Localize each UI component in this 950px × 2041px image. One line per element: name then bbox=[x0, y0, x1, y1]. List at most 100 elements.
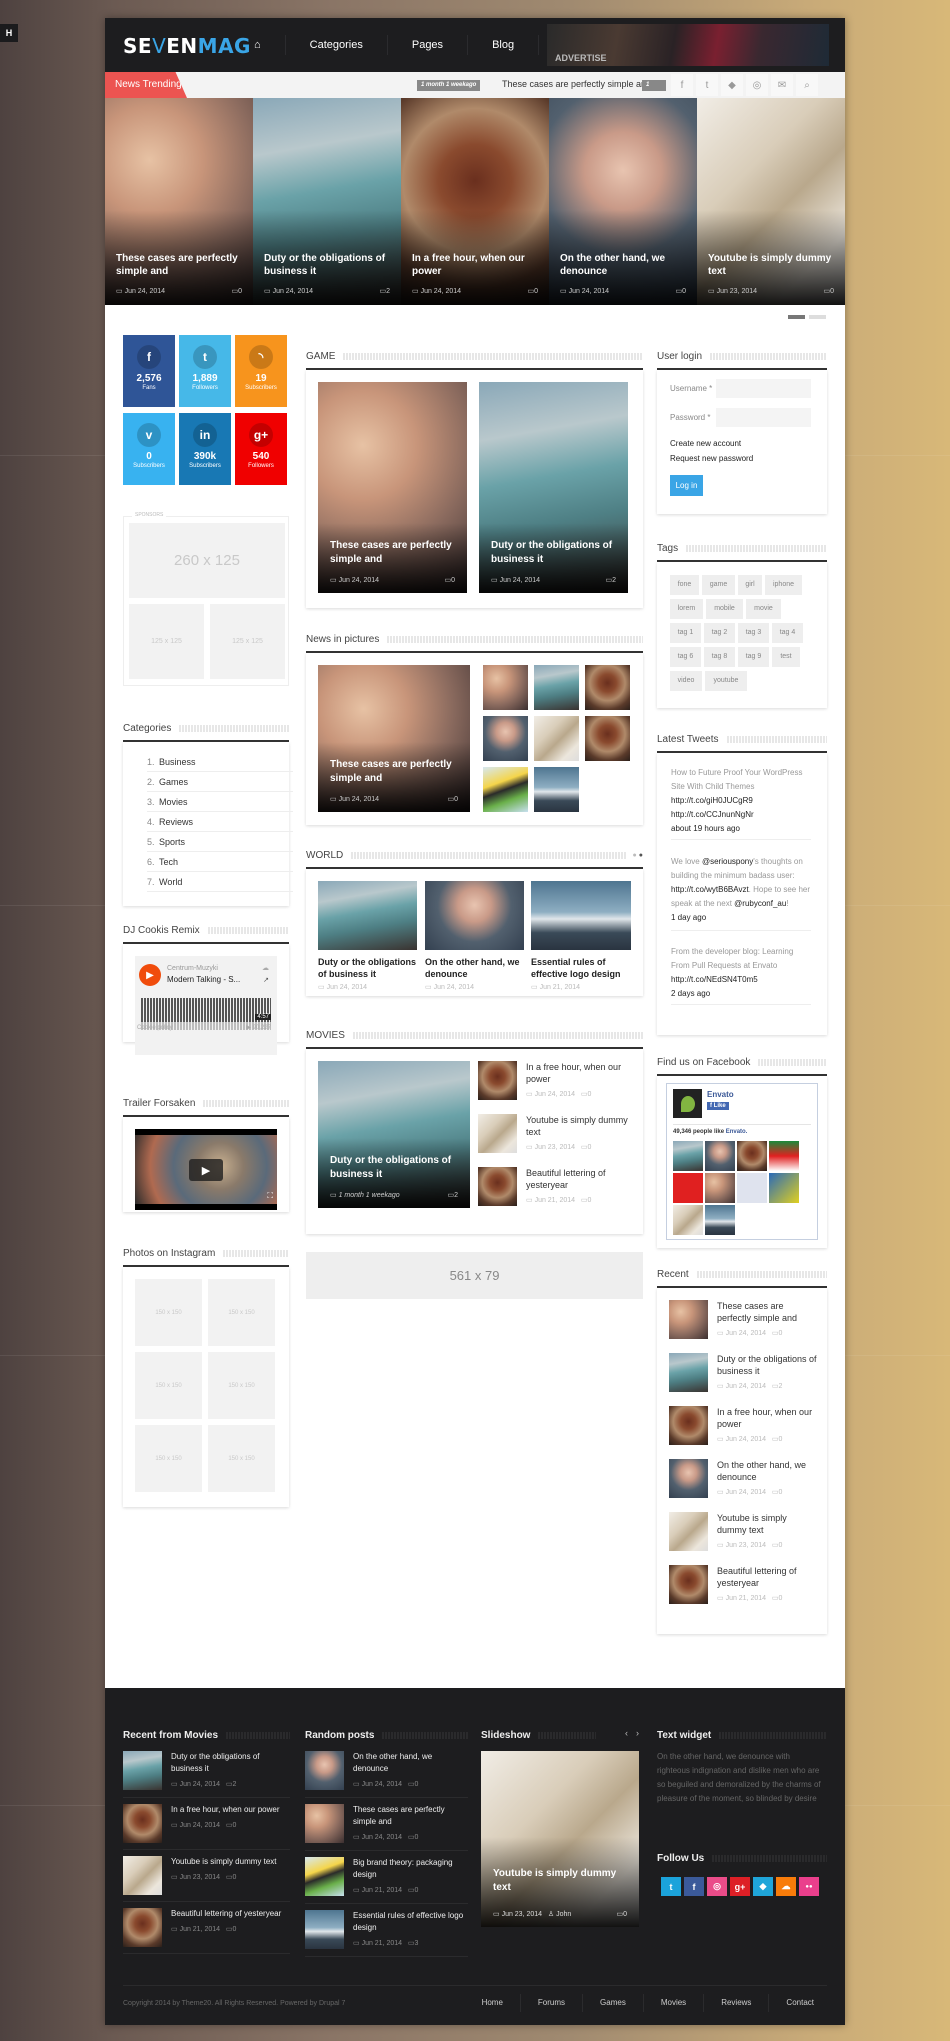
nav-blog[interactable]: Blog bbox=[468, 35, 540, 55]
footer-item-title[interactable]: Duty or the obligations of business it bbox=[171, 1751, 289, 1775]
twitter-icon[interactable]: t bbox=[661, 1877, 681, 1896]
category-item[interactable]: 7. World bbox=[147, 872, 293, 892]
picture-thumb[interactable] bbox=[534, 767, 579, 812]
card-title[interactable]: These cases are perfectly simple and bbox=[330, 539, 457, 567]
footer-nav-home[interactable]: Home bbox=[465, 1994, 520, 2012]
game-card[interactable]: These cases are perfectly simple and ▭ Ju… bbox=[318, 382, 467, 593]
share-icon[interactable]: ↗ bbox=[263, 976, 269, 984]
footer-nav-movies[interactable]: Movies bbox=[642, 1994, 703, 2012]
footer-thumb[interactable] bbox=[123, 1751, 162, 1790]
hero-slide-title[interactable]: Youtube is simply dummy text bbox=[708, 252, 835, 278]
search-icon[interactable]: ⌕ bbox=[796, 74, 818, 96]
soundcloud-icon[interactable]: ☁ bbox=[776, 1877, 796, 1896]
flickr-icon[interactable]: ●● bbox=[799, 1877, 819, 1896]
tag-item[interactable]: tag 4 bbox=[772, 623, 803, 643]
create-account-link[interactable]: Create new account bbox=[670, 439, 741, 448]
tag-item[interactable]: tag 6 bbox=[670, 647, 701, 667]
hero-slide[interactable]: On the other hand, we denounce ▭ Jun 24, … bbox=[549, 98, 697, 305]
tweet-mention[interactable]: @rubyconf_au bbox=[734, 899, 786, 908]
game-card[interactable]: Duty or the obligations of business it ▭ … bbox=[479, 382, 628, 593]
sponsor-ad-large[interactable]: 260 x 125 bbox=[129, 523, 285, 598]
tweet-link[interactable]: http://t.co/NEdSN4T0m5 bbox=[671, 975, 758, 984]
world-item-title[interactable]: Essential rules of effective logo design bbox=[531, 956, 631, 980]
footer-thumb[interactable] bbox=[305, 1751, 344, 1790]
movie-item-title[interactable]: In a free hour, when our power bbox=[526, 1061, 631, 1085]
hero-slide[interactable]: Duty or the obligations of business it ▭ … bbox=[253, 98, 401, 305]
news-pictures-feature[interactable]: These cases are perfectly simple and ▭ Ju… bbox=[318, 665, 470, 812]
movie-item-title[interactable]: Beautiful lettering of yesteryear bbox=[526, 1167, 631, 1191]
picture-thumb[interactable] bbox=[483, 767, 528, 812]
tag-item[interactable]: fone bbox=[670, 575, 699, 595]
tag-item[interactable]: mobile bbox=[706, 599, 743, 619]
recent-thumb[interactable] bbox=[669, 1459, 708, 1498]
footer-thumb[interactable] bbox=[305, 1857, 344, 1896]
advertise-banner[interactable]: ADVERTISE bbox=[547, 24, 829, 66]
play-icon[interactable]: ▶ bbox=[139, 964, 161, 986]
social-googleplus[interactable]: g+ 540 Followers bbox=[235, 413, 287, 485]
hero-slide[interactable]: These cases are perfectly simple and ▭ Ju… bbox=[105, 98, 253, 305]
pager-dot[interactable] bbox=[788, 315, 805, 319]
movie-thumb[interactable] bbox=[478, 1061, 517, 1100]
footer-item-title[interactable]: Essential rules of effective logo design bbox=[353, 1910, 468, 1934]
category-item[interactable]: 3. Movies bbox=[147, 792, 293, 812]
picture-thumb[interactable] bbox=[534, 665, 579, 710]
recent-thumb[interactable] bbox=[669, 1512, 708, 1551]
tag-item[interactable]: game bbox=[702, 575, 735, 595]
world-item-title[interactable]: Duty or the obligations of business it bbox=[318, 956, 418, 980]
tag-item[interactable]: tag 9 bbox=[738, 647, 769, 667]
hero-slide-title[interactable]: On the other hand, we denounce bbox=[560, 252, 687, 278]
category-item[interactable]: 4. Reviews bbox=[147, 812, 293, 832]
footer-nav-forums[interactable]: Forums bbox=[519, 1994, 582, 2012]
hero-slide[interactable]: In a free hour, when our power ▭ Jun 24, … bbox=[401, 98, 549, 305]
recent-item-title[interactable]: These cases are perfectly simple and bbox=[717, 1300, 817, 1324]
social-twitter[interactable]: t 1,889 Followers bbox=[179, 335, 231, 407]
picture-thumb[interactable] bbox=[585, 716, 630, 761]
fan-avatar[interactable] bbox=[737, 1173, 767, 1203]
nav-pages[interactable]: Pages bbox=[388, 35, 469, 55]
category-item[interactable]: 2. Games bbox=[147, 772, 293, 792]
footer-thumb[interactable] bbox=[305, 1804, 344, 1843]
footer-item-title[interactable]: Youtube is simply dummy text bbox=[171, 1856, 289, 1868]
social-vimeo[interactable]: v 0 Subscribers bbox=[123, 413, 175, 485]
slideshow-slide[interactable]: Youtube is simply dummy text ▭ Jun 23, 20… bbox=[481, 1751, 639, 1927]
instagram-photo[interactable]: 150 x 150 bbox=[208, 1279, 275, 1346]
movie-thumb[interactable] bbox=[478, 1167, 517, 1206]
social-facebook[interactable]: f 2,576 Fans bbox=[123, 335, 175, 407]
soundcloud-player[interactable]: ▶ Centrum-Muzyki Modern Talking - S... ☁… bbox=[135, 956, 277, 1055]
social-rss[interactable]: ◝ 19 Subscribers bbox=[235, 335, 287, 407]
world-image[interactable] bbox=[318, 881, 417, 950]
movies-feature[interactable]: Duty or the obligations of business it ▭ … bbox=[318, 1061, 470, 1208]
slideshow-next-icon[interactable]: › bbox=[636, 1728, 639, 1738]
hero-slide-title[interactable]: These cases are perfectly simple and bbox=[116, 252, 243, 278]
instagram-photo[interactable]: 150 x 150 bbox=[135, 1425, 202, 1492]
social-linkedin[interactable]: in 390k Subscribers bbox=[179, 413, 231, 485]
picture-thumb[interactable] bbox=[585, 665, 630, 710]
banner-ad[interactable]: 561 x 79 bbox=[306, 1252, 643, 1299]
sponsor-ad-small[interactable]: 125 x 125 bbox=[129, 604, 204, 679]
fan-avatar[interactable] bbox=[737, 1141, 767, 1171]
world-image[interactable] bbox=[425, 881, 524, 950]
instagram-photo[interactable]: 150 x 150 bbox=[135, 1279, 202, 1346]
footer-nav-games[interactable]: Games bbox=[582, 1994, 643, 2012]
dribbble-icon[interactable]: ◎ bbox=[707, 1877, 727, 1896]
footer-nav-contact[interactable]: Contact bbox=[768, 1994, 831, 2012]
nav-categories[interactable]: Categories bbox=[286, 35, 388, 55]
slideshow-prev-icon[interactable]: ‹ bbox=[625, 1728, 628, 1738]
movie-item-title[interactable]: Youtube is simply dummy text bbox=[526, 1114, 631, 1138]
world-item-title[interactable]: On the other hand, we denounce bbox=[425, 956, 525, 980]
fan-avatar[interactable] bbox=[673, 1173, 703, 1203]
nav-home[interactable]: ⌂ bbox=[230, 35, 286, 55]
instagram-photo[interactable]: 150 x 150 bbox=[208, 1425, 275, 1492]
facebook-like-button[interactable]: f Like bbox=[707, 1102, 729, 1110]
footer-thumb[interactable] bbox=[123, 1856, 162, 1895]
world-image[interactable] bbox=[531, 881, 631, 950]
tweet-link[interactable]: http://t.co/giH0JUCgR9 bbox=[671, 796, 753, 805]
tag-item[interactable]: tag 1 bbox=[670, 623, 701, 643]
card-title[interactable]: Duty or the obligations of business it bbox=[330, 1154, 460, 1182]
instagram-photo[interactable]: 150 x 150 bbox=[135, 1352, 202, 1419]
login-button[interactable]: Log in bbox=[670, 475, 703, 496]
recent-thumb[interactable] bbox=[669, 1565, 708, 1604]
footer-item-title[interactable]: In a free hour, when our power bbox=[171, 1804, 289, 1816]
recent-item-title[interactable]: Youtube is simply dummy text bbox=[717, 1512, 817, 1536]
facebook-page-name[interactable]: Envato bbox=[707, 1090, 734, 1099]
